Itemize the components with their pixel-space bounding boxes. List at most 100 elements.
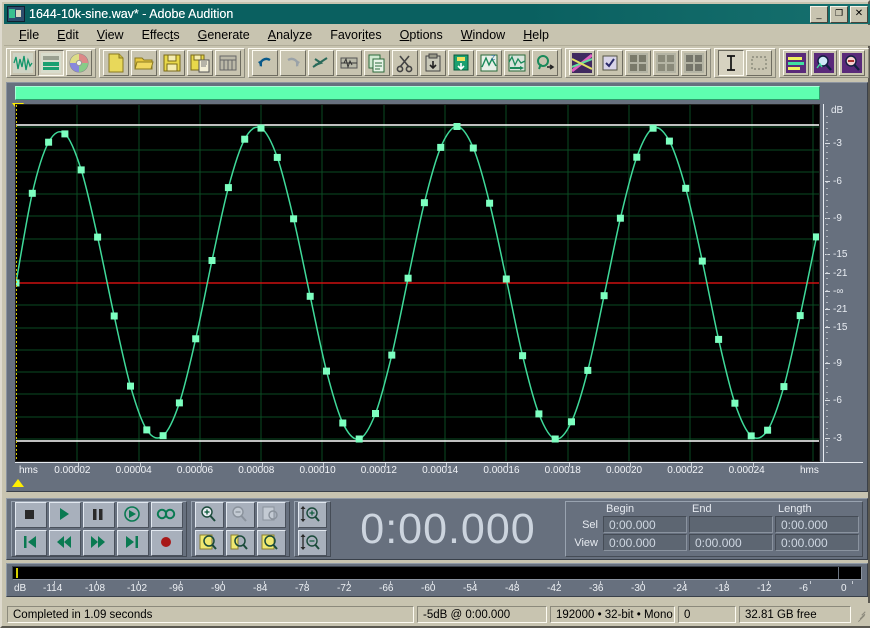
go-to-end-button[interactable]	[117, 530, 149, 556]
selection-sel-begin-field[interactable]: 0:00.000	[603, 516, 687, 533]
open-file-icon[interactable]	[131, 50, 157, 76]
db-minor-tick	[826, 404, 828, 405]
menu-item-favorites[interactable]: Favorites	[321, 26, 390, 44]
menu-item-help[interactable]: Help	[514, 26, 558, 44]
menu-item-generate[interactable]: Generate	[189, 26, 259, 44]
time-label: 0.00018	[544, 465, 581, 476]
show-boundaries-icon[interactable]	[625, 50, 651, 76]
db-tick	[825, 273, 830, 274]
level-meter-label: -96	[169, 583, 184, 594]
menu-item-view[interactable]: View	[88, 26, 133, 44]
time-label: 0.00020	[605, 465, 643, 476]
selection-view-end-field[interactable]: 0:00.000	[689, 534, 773, 551]
mix-down-icon[interactable]	[504, 50, 530, 76]
loop-button[interactable]	[151, 502, 183, 528]
repeat-last-icon[interactable]	[308, 50, 334, 76]
record-button[interactable]	[151, 530, 183, 556]
cd-view-icon[interactable]	[66, 50, 92, 76]
waveform-sample-point	[192, 335, 200, 343]
mix-paste-icon[interactable]	[336, 50, 362, 76]
spectral-view-icon[interactable]	[569, 50, 595, 76]
time-display[interactable]: 0:00.000	[335, 501, 561, 557]
zoom-in-horizontal-button[interactable]	[195, 502, 224, 528]
minimize-button[interactable]: _	[810, 6, 828, 23]
status-message: Completed in 1.09 seconds	[7, 606, 414, 623]
level-meter-panel[interactable]: dB -114 -108 -102 -96 -90 -84 -78 -72 -66 -60 -54 -4…	[6, 563, 868, 597]
show-center-icon[interactable]	[653, 50, 679, 76]
view-start-marker-bottom-icon[interactable]	[12, 479, 24, 487]
level-meter-label: 0	[841, 583, 847, 594]
trim-icon[interactable]: Z	[476, 50, 502, 76]
db-minor-tick	[826, 290, 828, 291]
batch-icon[interactable]	[215, 50, 241, 76]
redo-icon[interactable]	[280, 50, 306, 76]
level-meter-label: -60	[421, 583, 436, 594]
db-minor-tick	[826, 236, 828, 237]
playback-row-2	[14, 529, 184, 557]
track-range-bar[interactable]	[15, 86, 820, 100]
zoom-out-horizontal-button[interactable]	[226, 502, 255, 528]
pause-button[interactable]	[83, 502, 115, 528]
paste-icon[interactable]	[420, 50, 446, 76]
undo-icon[interactable]	[252, 50, 278, 76]
show-all-icon[interactable]	[783, 50, 809, 76]
waveform-sample-point	[143, 426, 151, 434]
cut-icon[interactable]	[392, 50, 418, 76]
new-file-icon[interactable]	[103, 50, 129, 76]
go-to-beginning-button[interactable]	[15, 530, 47, 556]
selection-view-length-field[interactable]: 0:00.000	[775, 534, 859, 551]
fast-forward-button[interactable]	[83, 530, 115, 556]
zoom-to-right-button[interactable]	[257, 530, 286, 556]
level-meter-clip-divider	[838, 567, 839, 579]
selection-view-begin-field[interactable]: 0:00.000	[603, 534, 687, 551]
db-minor-tick	[826, 194, 828, 195]
time-label: 0.00008	[238, 465, 275, 476]
db-minor-tick	[826, 362, 828, 363]
vzoom-row-2	[297, 529, 328, 557]
menu-item-window[interactable]: Window	[452, 26, 514, 44]
menu-bar: File Edit View Effects Generate Analyze Favori…	[4, 25, 870, 46]
time-label: 0.00024	[728, 465, 765, 476]
db-minor-tick	[826, 434, 828, 435]
zoom-in-tool-icon[interactable]	[811, 50, 837, 76]
level-meter-bar[interactable]	[12, 566, 862, 580]
waveform-sample-point	[323, 367, 330, 375]
show-levels-icon[interactable]	[681, 50, 707, 76]
selection-sel-length-field[interactable]: 0:00.000	[775, 516, 859, 533]
zoom-to-left-button[interactable]	[226, 530, 255, 556]
waveform-view-icon[interactable]	[10, 50, 36, 76]
menu-item-effects[interactable]: Effects	[133, 26, 189, 44]
maximize-button[interactable]: ❐	[830, 6, 848, 23]
stop-button[interactable]	[15, 502, 47, 528]
menu-item-file[interactable]: File	[10, 26, 48, 44]
zoom-out-tool-icon[interactable]	[839, 50, 865, 76]
selection-sel-end-field[interactable]	[689, 516, 773, 533]
rewind-button[interactable]	[49, 530, 81, 556]
zoom-out-vertical-button[interactable]	[298, 530, 327, 556]
edit-tool-icon[interactable]	[718, 50, 744, 76]
save-as-icon[interactable]	[187, 50, 213, 76]
menu-item-analyze[interactable]: Analyze	[259, 26, 321, 44]
marquee-tool-icon[interactable]	[746, 50, 772, 76]
save-file-icon[interactable]	[159, 50, 185, 76]
paste-to-new-icon[interactable]	[448, 50, 474, 76]
db-minor-tick	[826, 224, 828, 225]
zoom-to-selection-button[interactable]	[195, 530, 224, 556]
zoom-out-full-button[interactable]	[257, 502, 286, 528]
db-minor-tick	[826, 302, 828, 303]
play-button[interactable]	[49, 502, 81, 528]
close-button[interactable]: ✕	[850, 6, 868, 23]
insert-into-multitrack-icon[interactable]	[532, 50, 558, 76]
show-grid-icon[interactable]	[597, 50, 623, 76]
multitrack-view-icon[interactable]	[38, 50, 64, 76]
play-from-cursor-button[interactable]	[117, 502, 149, 528]
resize-grip-icon[interactable]	[854, 608, 868, 622]
toolbar-group-2	[99, 48, 245, 78]
zoom-in-vertical-button[interactable]	[298, 502, 327, 528]
copy-icon[interactable]	[364, 50, 390, 76]
db-label: -9	[833, 358, 842, 369]
waveform-display[interactable]	[15, 104, 820, 462]
menu-item-edit[interactable]: Edit	[48, 26, 88, 44]
menu-item-options[interactable]: Options	[391, 26, 452, 44]
db-minor-tick	[826, 440, 828, 441]
